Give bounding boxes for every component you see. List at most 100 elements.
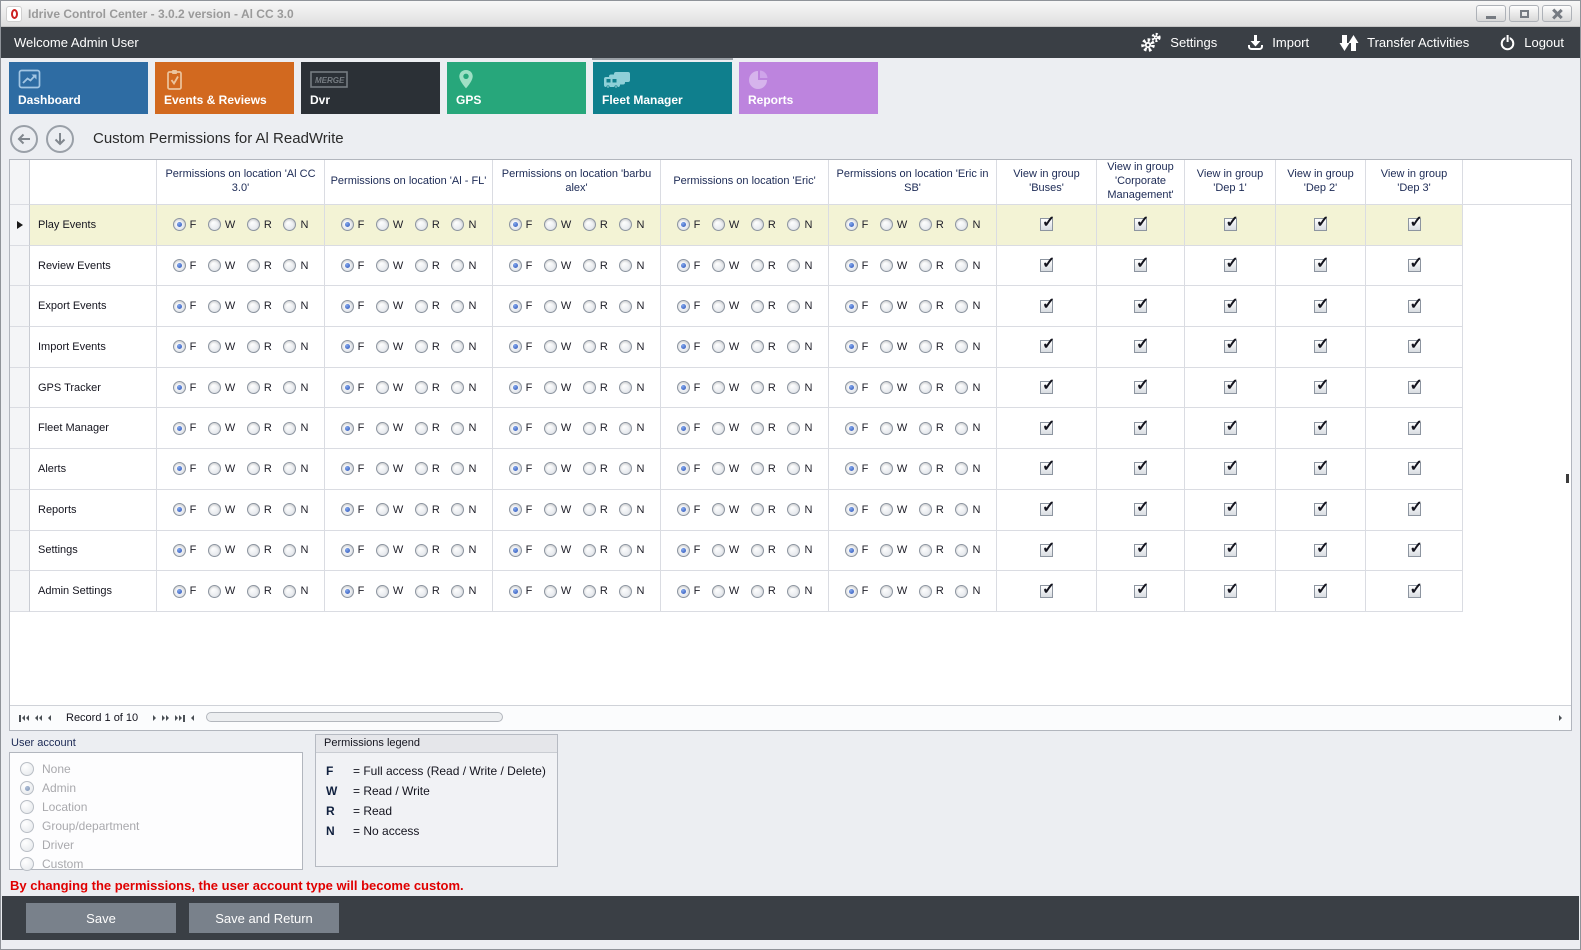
permission-radio-n[interactable]: N [787,381,812,394]
permission-radio-f[interactable]: F [173,381,197,394]
permission-radio-r[interactable]: R [415,585,440,598]
permission-radio-f[interactable]: F [509,300,533,313]
permission-radio-n[interactable]: N [955,585,980,598]
permission-radio-r[interactable]: R [247,259,272,272]
permission-radio-w[interactable]: W [880,381,907,394]
permission-radio-f[interactable]: F [341,300,365,313]
checkbox-icon[interactable] [1134,381,1147,394]
permission-radio-r[interactable]: R [583,544,608,557]
vertical-scrollbar-thumb[interactable] [1566,474,1569,483]
permission-radio-f[interactable]: F [677,544,701,557]
permission-radio-n[interactable]: N [283,381,308,394]
permission-radio-r[interactable]: R [247,585,272,598]
permission-radio-n[interactable]: N [955,218,980,231]
permission-radio-w[interactable]: W [208,381,235,394]
permission-radio-w[interactable]: W [712,544,739,557]
permission-radio-n[interactable]: N [451,462,476,475]
permission-radio-n[interactable]: N [451,300,476,313]
permission-radio-n[interactable]: N [619,218,644,231]
permission-radio-w[interactable]: W [376,259,403,272]
permission-radio-r[interactable]: R [919,422,944,435]
permission-radio-w[interactable]: W [544,544,571,557]
permission-radio-w[interactable]: W [376,300,403,313]
permission-radio-r[interactable]: R [583,300,608,313]
checkbox-icon[interactable] [1408,503,1421,516]
permission-radio-n[interactable]: N [283,218,308,231]
permission-radio-r[interactable]: R [751,259,776,272]
permission-radio-r[interactable]: R [751,218,776,231]
permission-radio-r[interactable]: R [415,503,440,516]
checkbox-icon[interactable] [1314,503,1327,516]
permission-radio-f[interactable]: F [173,422,197,435]
permission-radio-w[interactable]: W [880,585,907,598]
permission-radio-r[interactable]: R [919,544,944,557]
checkbox-icon[interactable] [1224,259,1237,272]
permission-radio-n[interactable]: N [283,340,308,353]
permission-radio-n[interactable]: N [451,340,476,353]
checkbox-icon[interactable] [1134,259,1147,272]
save-button[interactable]: Save [26,903,176,933]
permission-radio-n[interactable]: N [787,544,812,557]
permission-radio-f[interactable]: F [173,585,197,598]
permission-radio-w[interactable]: W [544,381,571,394]
permission-radio-w[interactable]: W [544,585,571,598]
permission-radio-n[interactable]: N [619,381,644,394]
last-record-button[interactable] [172,713,188,724]
permission-radio-f[interactable]: F [677,503,701,516]
checkbox-icon[interactable] [1314,300,1327,313]
permission-radio-r[interactable]: R [919,259,944,272]
down-button[interactable] [46,125,74,153]
checkbox-icon[interactable] [1224,422,1237,435]
permission-radio-n[interactable]: N [283,585,308,598]
back-button[interactable] [10,125,38,153]
permission-radio-w[interactable]: W [208,422,235,435]
checkbox-icon[interactable] [1040,259,1053,272]
permission-radio-n[interactable]: N [619,585,644,598]
permission-radio-f[interactable]: F [677,585,701,598]
permission-radio-f[interactable]: F [845,462,869,475]
permission-radio-r[interactable]: R [751,585,776,598]
maximize-button[interactable] [1509,5,1539,22]
checkbox-icon[interactable] [1314,218,1327,231]
checkbox-icon[interactable] [1134,218,1147,231]
permission-radio-f[interactable]: F [845,503,869,516]
scroll-right-button[interactable] [1556,713,1565,723]
permission-radio-f[interactable]: F [509,340,533,353]
permission-radio-r[interactable]: R [415,381,440,394]
permission-radio-r[interactable]: R [751,300,776,313]
permission-radio-r[interactable]: R [583,503,608,516]
permission-radio-r[interactable]: R [583,259,608,272]
permission-radio-f[interactable]: F [845,259,869,272]
permission-radio-w[interactable]: W [712,422,739,435]
permission-radio-w[interactable]: W [208,340,235,353]
settings-button[interactable]: Settings [1139,32,1217,53]
checkbox-icon[interactable] [1224,462,1237,475]
checkbox-icon[interactable] [1408,585,1421,598]
permission-radio-w[interactable]: W [712,218,739,231]
permission-radio-f[interactable]: F [509,585,533,598]
permission-radio-r[interactable]: R [247,544,272,557]
permission-radio-f[interactable]: F [677,259,701,272]
checkbox-icon[interactable] [1224,300,1237,313]
permission-radio-n[interactable]: N [787,259,812,272]
user-account-option[interactable]: Group/department [20,819,302,833]
checkbox-icon[interactable] [1040,585,1053,598]
permission-radio-n[interactable]: N [451,259,476,272]
permission-radio-n[interactable]: N [619,503,644,516]
checkbox-icon[interactable] [1134,462,1147,475]
permission-radio-f[interactable]: F [845,544,869,557]
permission-radio-r[interactable]: R [751,422,776,435]
permission-radio-f[interactable]: F [677,422,701,435]
permission-radio-w[interactable]: W [712,503,739,516]
tab-gps[interactable]: GPS [447,62,586,114]
permission-radio-f[interactable]: F [509,259,533,272]
permission-radio-w[interactable]: W [376,503,403,516]
permission-radio-f[interactable]: F [509,422,533,435]
permission-radio-r[interactable]: R [919,503,944,516]
permission-radio-f[interactable]: F [845,585,869,598]
permission-radio-f[interactable]: F [173,462,197,475]
permission-radio-n[interactable]: N [787,218,812,231]
checkbox-icon[interactable] [1040,462,1053,475]
tab-dashboard[interactable]: Dashboard [9,62,148,114]
first-record-button[interactable] [16,713,32,724]
